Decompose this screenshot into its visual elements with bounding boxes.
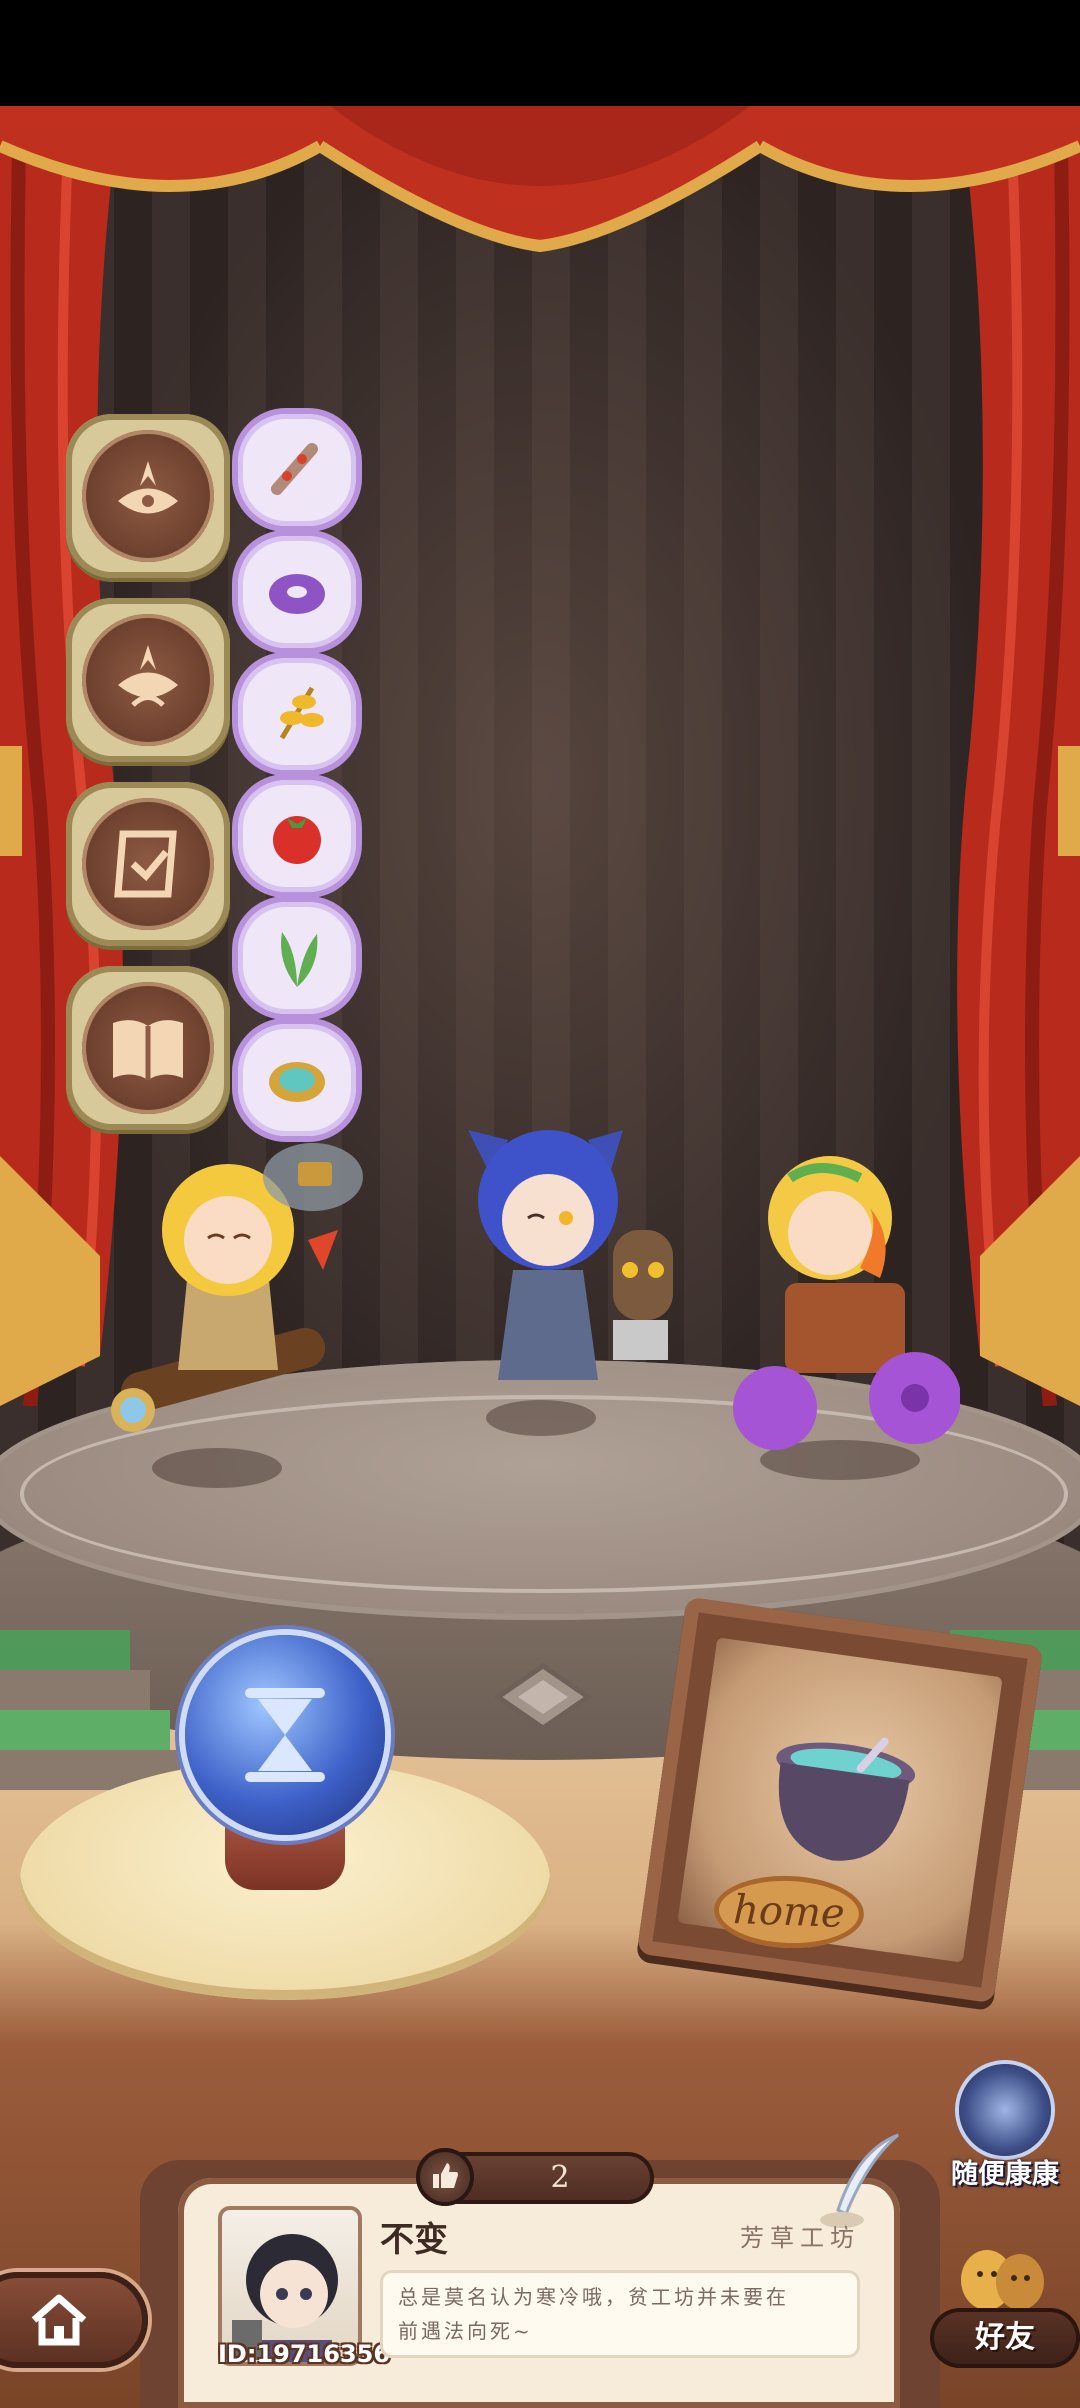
thumbs-up-icon bbox=[416, 2148, 474, 2206]
purple-donut-icon bbox=[269, 574, 325, 614]
random-visit-label: 随便康康 bbox=[951, 2159, 1059, 2190]
bio-line-1: 总是莫名认为寒冷哦，贫工坊并未要在 bbox=[398, 2285, 789, 2309]
cauldron-icon bbox=[776, 1737, 916, 1861]
achievement-badge-1[interactable] bbox=[66, 414, 230, 578]
thought-cloud-icon bbox=[263, 1143, 363, 1211]
game-scene: home 随便康康 2 ID:19716356 不变 芳草工坊 总是莫名认为寒冷… bbox=[0, 0, 1080, 2408]
curtain-valance bbox=[0, 106, 1080, 253]
compass-charm-icon bbox=[269, 1062, 325, 1102]
ingredient-slot-2[interactable] bbox=[238, 536, 356, 648]
wheelchair-flame-character[interactable] bbox=[730, 1118, 960, 1468]
left-stairs bbox=[0, 1630, 180, 1790]
ingredient-slot-4[interactable] bbox=[238, 780, 356, 892]
friends-button[interactable]: 好友 bbox=[930, 2230, 1080, 2380]
ornament-badge-icon bbox=[118, 461, 178, 514]
ingredient-slot-3[interactable] bbox=[238, 658, 356, 770]
workshop-name: 芳草工坊 bbox=[740, 2224, 860, 2252]
player-name: 不变 bbox=[380, 2220, 448, 2260]
tomato-icon bbox=[273, 816, 321, 864]
achievement-badge-4[interactable] bbox=[66, 966, 230, 1130]
achievement-badge-2[interactable] bbox=[66, 598, 230, 762]
friends-label: 好友 bbox=[975, 2320, 1035, 2355]
golden-wheat-icon bbox=[279, 686, 324, 740]
bio-line-2: 前遇法向死~ bbox=[398, 2319, 533, 2343]
player-bio: 总是莫名认为寒冷哦，贫工坊并未要在 前遇法向死~ bbox=[380, 2270, 860, 2358]
home-picture-frame-button[interactable]: home bbox=[636, 1596, 1044, 2004]
hourglass-icon bbox=[245, 1688, 325, 1782]
ginseng-root-icon bbox=[271, 443, 318, 495]
quill-icon bbox=[820, 2133, 899, 2228]
like-counter-button[interactable]: 2 bbox=[416, 2148, 654, 2206]
like-count: 2 bbox=[550, 2160, 570, 2195]
crystal-orb-timer-button[interactable] bbox=[185, 1635, 385, 1835]
ornament-badge-icon bbox=[118, 645, 178, 707]
ingredient-slot-1[interactable] bbox=[238, 414, 356, 526]
friends-mascot-icon bbox=[961, 2250, 1044, 2310]
ingredient-slot-5[interactable] bbox=[238, 902, 356, 1014]
status-bar-area bbox=[0, 0, 1080, 106]
quest-scroll-badge-icon bbox=[114, 830, 177, 898]
bluehair-catgirl-character[interactable] bbox=[448, 1090, 678, 1420]
swirl-portal-icon bbox=[959, 2064, 1051, 2156]
achievement-badge-3[interactable] bbox=[66, 782, 230, 946]
random-visit-button[interactable]: 随便康康 bbox=[945, 2064, 1065, 2194]
player-id: ID:19716356 bbox=[218, 2340, 391, 2368]
book-badge-icon bbox=[113, 1020, 183, 1080]
leafy-greens-icon bbox=[281, 932, 318, 987]
platform-emblem-icon bbox=[493, 1662, 593, 1732]
house-icon bbox=[31, 2294, 87, 2346]
home-button[interactable] bbox=[0, 2272, 148, 2368]
